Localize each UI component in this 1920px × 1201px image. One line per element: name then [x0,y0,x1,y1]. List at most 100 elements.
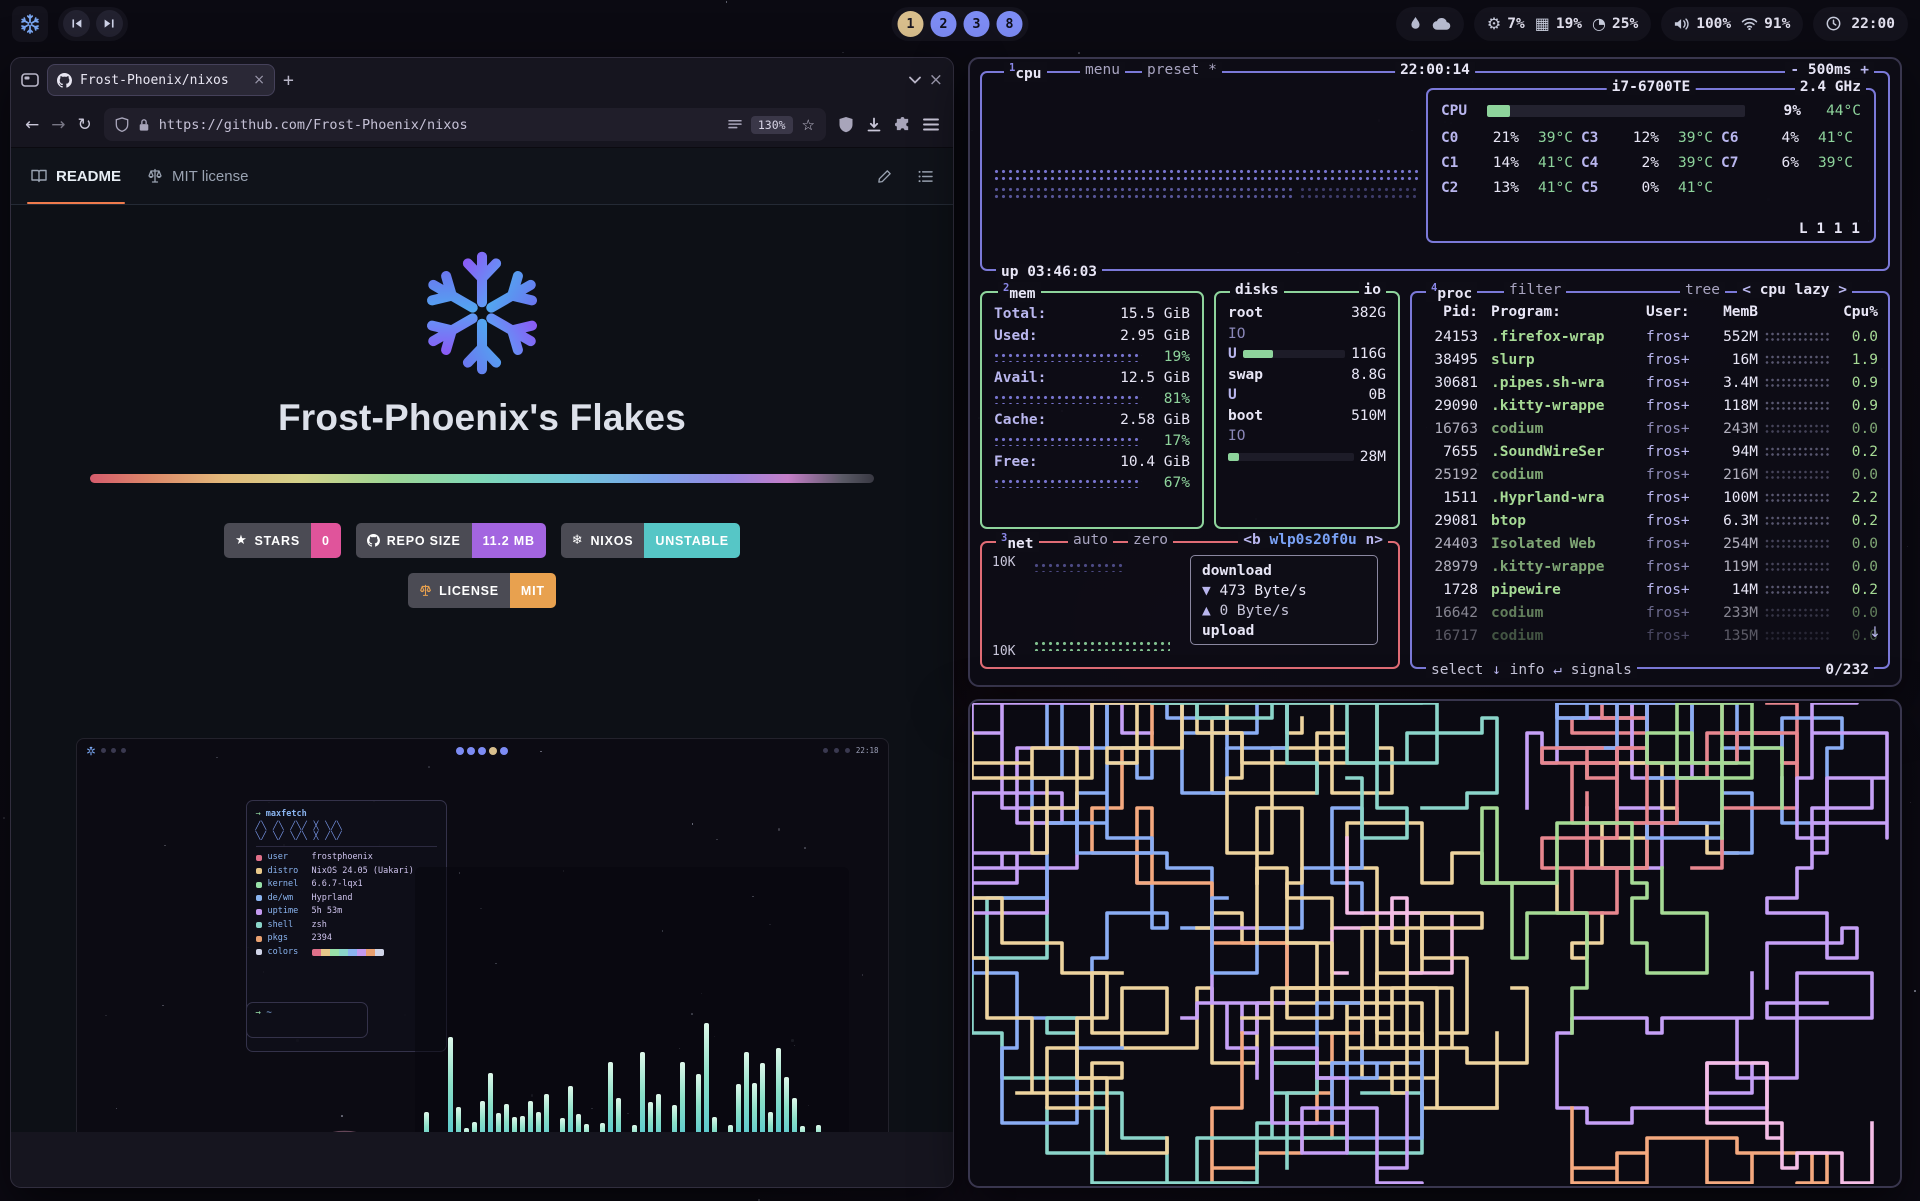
tab-close-button[interactable]: × [253,72,265,88]
sort-prev-button[interactable]: < [1742,282,1751,298]
mem-box-title: mem [1009,286,1035,302]
process-header[interactable]: Pid: Program: User: MemB Cpu% [1412,299,1888,325]
browser-tab[interactable]: Frost-Phoenix/nixos × [47,64,275,96]
mem-total: 15.5 GiB [1120,306,1190,322]
memory-box: 2mem Total:15.5 GiB Used:2.95 GiB 19% Av… [980,291,1204,529]
back-button[interactable]: ← [25,115,39,135]
new-tab-button[interactable]: + [283,70,294,91]
reader-view-icon[interactable] [728,119,742,131]
droplet-icon [1409,16,1422,31]
navigation-bar: ← → ↻ https://github.com/Frost-Phoenix/n… [11,102,953,148]
fetch-row: colors [256,946,437,960]
menu-hamburger-icon[interactable] [923,118,939,131]
star-icon: ★ [235,533,247,548]
repo-size-badge[interactable]: REPO SIZE 11.2 MB [356,523,546,558]
process-row[interactable]: 38495 slurp fros+ 16M 1.9 [1412,348,1888,371]
filter-button[interactable]: filter [1504,282,1566,298]
uptime: up 03:46:03 [996,264,1102,280]
bookmark-star-button[interactable]: ☆ [802,116,815,134]
fetch-row: distro NixOS 24.05 (Uakari) [256,865,437,879]
disks-box-title: disks [1230,282,1284,298]
download-rate: 473 Byte/s [1219,583,1306,599]
fetch-row: user frostphoenix [256,851,437,865]
process-row[interactable]: 28979 .kitty-wrappe fros+ 119M 0.0 [1412,555,1888,578]
tracking-protection-shield-icon[interactable] [115,117,129,132]
select-hint[interactable]: select [1431,662,1483,678]
interval-minus-button[interactable]: - [1790,62,1799,78]
workspace-3[interactable]: 3 [964,11,990,37]
media-prev-button[interactable] [63,10,90,37]
workspace-2[interactable]: 2 [931,11,957,37]
weather-widget[interactable] [1396,7,1464,41]
skip-forward-icon [103,17,116,30]
sort-next-button[interactable]: > [1838,282,1847,298]
tree-button[interactable]: tree [1680,282,1725,298]
nixos-badge[interactable]: ❄NIXOS UNSTABLE [561,523,740,558]
process-row[interactable]: 16717 codium fros+ 135M 0.0 [1412,624,1888,647]
net-zero-toggle[interactable]: zero [1128,532,1173,548]
tab-readme[interactable]: README [31,148,121,204]
license-badge[interactable]: LICENSE MIT [408,573,556,608]
forward-button[interactable]: → [51,115,65,135]
edit-pencil-icon[interactable] [877,169,892,184]
interval-plus-button[interactable]: + [1860,62,1869,78]
extensions-puzzle-icon[interactable] [894,116,911,133]
firefox-view-button[interactable] [21,72,39,88]
signals-hint[interactable]: signals [1571,662,1632,678]
clock-widget[interactable]: 22:00 [1813,7,1908,41]
iface-prev-button[interactable]: <b [1243,532,1260,548]
media-next-button[interactable] [96,10,123,37]
mem-cache-graph [994,437,1142,446]
wifi-icon [1741,17,1758,30]
book-icon [31,168,47,184]
fetch-row: kernel 6.6.7-lqx1 [256,878,437,892]
nixos-launcher-button[interactable] [12,6,48,42]
process-row[interactable]: 7655 .SoundWireSer fros+ 94M 0.2 [1412,440,1888,463]
info-hint[interactable]: info [1510,662,1545,678]
system-stats-widget[interactable]: ⚙7% ▦19% ◔25% [1474,7,1651,41]
preset-button[interactable]: preset * [1142,62,1222,78]
process-row[interactable]: 30681 .pipes.sh-wra fros+ 3.4M 0.9 [1412,371,1888,394]
process-row[interactable]: 16642 codium fros+ 233M 0.0 [1412,601,1888,624]
cpu-history-graph-2 [994,187,1294,199]
process-row[interactable]: 24403 Isolated Web fros+ 254M 0.0 [1412,532,1888,555]
process-row[interactable]: 1511 .Hyprland-wra fros+ 100M 2.2 [1412,486,1888,509]
outline-list-icon[interactable] [918,170,933,183]
process-row[interactable]: 29090 .kitty-wrappe fros+ 118M 0.9 [1412,394,1888,417]
process-row[interactable]: 16763 codium fros+ 243M 0.0 [1412,417,1888,440]
tab-license[interactable]: MIT license [147,148,248,204]
disk-root-used: 116G [1351,346,1386,362]
scroll-down-arrow[interactable]: ↓ [1869,625,1881,641]
fetch-info-table: user frostphoenix distro NixOS 24.05 (Ua… [256,846,437,959]
disks-io-toggle[interactable]: io [1359,282,1386,298]
extension-shield-icon[interactable] [838,116,854,133]
url-text[interactable]: https://github.com/Frost-Phoenix/nixos [159,117,719,133]
window-close-button[interactable]: × [929,70,943,90]
core-grid: C0 21% 39°C C1 14% 41°C C2 1 [1441,125,1861,200]
process-row[interactable]: 24153 .firefox-wrap fros+ 552M 0.0 [1412,325,1888,348]
reload-button[interactable]: ↻ [78,115,92,135]
audio-network-widget[interactable]: 100% 91% [1661,7,1803,41]
url-bar[interactable]: https://github.com/Frost-Phoenix/nixos 1… [104,108,826,141]
zoom-level[interactable]: 130% [751,116,793,134]
readme-tab-bar: README MIT license [11,148,953,205]
downloads-button[interactable] [866,117,882,133]
process-row[interactable]: 29081 btop fros+ 6.3M 0.2 [1412,509,1888,532]
stars-badge[interactable]: ★STARS 0 [224,523,341,558]
workspace-8[interactable]: 8 [997,11,1023,37]
list-tabs-button[interactable] [909,76,921,84]
padlock-icon[interactable] [138,118,150,132]
process-row[interactable]: 25192 codium fros+ 216M 0.0 [1412,463,1888,486]
iface-next-button[interactable]: n> [1366,532,1383,548]
net-auto-toggle[interactable]: auto [1068,532,1113,548]
workspace-1[interactable]: 1 [898,11,924,37]
speaker-icon [1674,17,1690,31]
disk-boot-used: 28M [1360,449,1386,465]
cpu-core-panel: i7-6700TE 2.4 GHz CPU 9% 44°C C0 21% 39°… [1426,88,1876,243]
cpu-total-pct: 9% [1753,103,1801,119]
badge-row-1: ★STARS 0 REPO SIZE 11.2 MB ❄NIXOS [11,523,953,558]
github-page: README MIT license [11,148,953,1132]
menu-button[interactable]: menu [1080,62,1125,78]
process-list: 24153 .firefox-wrap fros+ 552M 0.0 38495… [1412,325,1888,647]
process-row[interactable]: 1728 pipewire fros+ 14M 0.2 [1412,578,1888,601]
